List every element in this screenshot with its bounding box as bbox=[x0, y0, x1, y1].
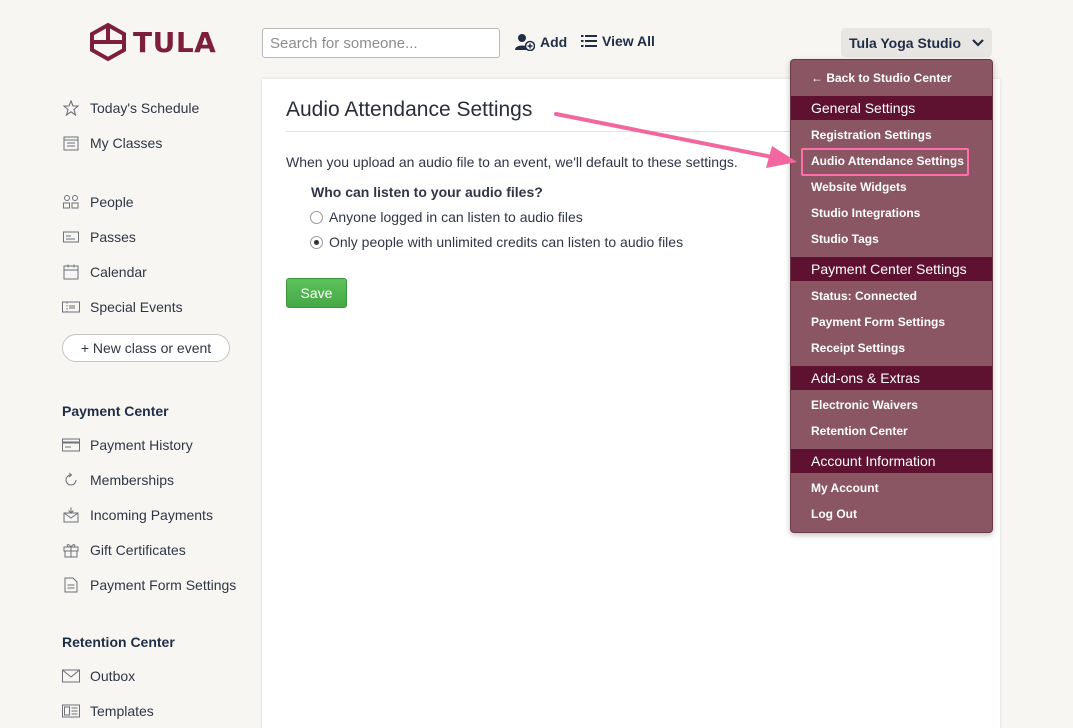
menu-item-studio-tags[interactable]: Studio Tags bbox=[811, 232, 879, 246]
sidebar-item-my-classes[interactable]: My Classes bbox=[62, 134, 162, 152]
add-label: Add bbox=[540, 34, 568, 50]
calendar-icon bbox=[62, 263, 80, 281]
studio-menu-button[interactable]: Tula Yoga Studio bbox=[841, 28, 992, 57]
sidebar-item-label: My Classes bbox=[90, 135, 163, 151]
sidebar-item-label: People bbox=[90, 194, 134, 210]
sidebar-item-calendar[interactable]: Calendar bbox=[62, 263, 147, 281]
inbox-icon bbox=[62, 506, 80, 524]
new-class-button[interactable]: + New class or event bbox=[62, 334, 230, 362]
intro-text: When you upload an audio file to an even… bbox=[286, 154, 738, 170]
sidebar-item-incoming-payments[interactable]: Incoming Payments bbox=[62, 506, 213, 524]
sidebar-item-label: Payment History bbox=[90, 437, 193, 453]
menu-item-my-account[interactable]: My Account bbox=[811, 481, 879, 495]
sidebar-item-label: Incoming Payments bbox=[90, 507, 213, 523]
sidebar-item-label: Special Events bbox=[90, 299, 183, 315]
sidebar-item-passes[interactable]: Passes bbox=[62, 228, 136, 246]
refresh-icon bbox=[62, 471, 80, 489]
menu-item-log-out[interactable]: Log Out bbox=[811, 507, 857, 521]
calendar-list-icon bbox=[62, 134, 80, 152]
sidebar-item-templates[interactable]: Templates bbox=[62, 702, 154, 720]
document-icon bbox=[62, 576, 80, 594]
audio-access-question: Who can listen to your audio files? bbox=[311, 184, 543, 200]
sidebar-item-label: Today's Schedule bbox=[90, 100, 200, 116]
sidebar-item-memberships[interactable]: Memberships bbox=[62, 471, 174, 489]
star-icon bbox=[62, 99, 80, 117]
sidebar-item-label: Passes bbox=[90, 229, 136, 245]
sidebar-item-outbox[interactable]: Outbox bbox=[62, 667, 135, 685]
payment-center-heading: Payment Center bbox=[62, 403, 169, 419]
sidebar-item-label: Templates bbox=[90, 703, 154, 719]
list-icon bbox=[581, 35, 597, 47]
chevron-down-icon bbox=[972, 38, 984, 47]
sidebar-item-label: Payment Form Settings bbox=[90, 577, 237, 593]
sidebar-item-gift-certificates[interactable]: Gift Certificates bbox=[62, 541, 186, 559]
credit-card-icon bbox=[62, 436, 80, 454]
menu-item-status-connected[interactable]: Status: Connected bbox=[811, 289, 917, 303]
menu-item-electronic-waivers[interactable]: Electronic Waivers bbox=[811, 398, 918, 412]
view-all-label: View All bbox=[602, 33, 655, 49]
tula-logo[interactable]: TULA bbox=[89, 22, 216, 62]
template-icon bbox=[62, 702, 80, 720]
menu-item-registration-settings[interactable]: Registration Settings bbox=[811, 128, 932, 142]
menu-item-receipt-settings[interactable]: Receipt Settings bbox=[811, 341, 905, 355]
retention-center-heading: Retention Center bbox=[62, 634, 175, 650]
save-button[interactable]: Save bbox=[286, 278, 347, 308]
sidebar-item-label: Calendar bbox=[90, 264, 147, 280]
menu-item-studio-integrations[interactable]: Studio Integrations bbox=[811, 206, 920, 220]
sidebar-item-people[interactable]: People bbox=[62, 193, 134, 211]
radio-button-selected[interactable] bbox=[310, 235, 323, 249]
add-person-icon bbox=[515, 34, 535, 51]
radio-label: Anyone logged in can listen to audio fil… bbox=[329, 209, 583, 225]
menu-heading-account: Account Information bbox=[791, 449, 992, 473]
sidebar-item-label: Outbox bbox=[90, 668, 136, 684]
menu-back-to-studio-center[interactable]: ← Back to Studio Center bbox=[811, 71, 952, 85]
envelope-icon bbox=[62, 667, 80, 685]
view-all-button[interactable]: View All bbox=[581, 33, 655, 49]
radio-option-unlimited[interactable]: Only people with unlimited credits can l… bbox=[310, 234, 683, 250]
menu-heading-payment-center: Payment Center Settings bbox=[791, 257, 992, 281]
sidebar-item-todays-schedule[interactable]: Today's Schedule bbox=[62, 99, 199, 117]
radio-button[interactable] bbox=[310, 210, 323, 224]
search-input[interactable] bbox=[262, 28, 500, 58]
people-icon bbox=[62, 193, 80, 211]
radio-option-anyone[interactable]: Anyone logged in can listen to audio fil… bbox=[310, 209, 583, 225]
gift-icon bbox=[62, 541, 80, 559]
sidebar-item-payment-form-settings[interactable]: Payment Form Settings bbox=[62, 576, 236, 594]
sidebar-item-label: Gift Certificates bbox=[90, 542, 186, 558]
tula-logo-icon bbox=[90, 22, 126, 62]
studio-name: Tula Yoga Studio bbox=[849, 34, 961, 51]
menu-item-payment-form-settings[interactable]: Payment Form Settings bbox=[811, 315, 945, 329]
sidebar-item-payment-history[interactable]: Payment History bbox=[62, 436, 193, 454]
page-title: Audio Attendance Settings bbox=[286, 98, 533, 121]
pass-card-icon bbox=[62, 228, 80, 246]
ticket-icon bbox=[62, 298, 80, 316]
menu-item-retention-center[interactable]: Retention Center bbox=[811, 424, 908, 438]
add-button[interactable]: Add bbox=[515, 33, 567, 51]
menu-item-website-widgets[interactable]: Website Widgets bbox=[811, 180, 907, 194]
sidebar-item-label: Memberships bbox=[90, 472, 175, 488]
radio-label: Only people with unlimited credits can l… bbox=[329, 234, 684, 250]
studio-settings-menu: ← Back to Studio Center General Settings… bbox=[790, 59, 993, 533]
menu-heading-addons: Add-ons & Extras bbox=[791, 366, 992, 390]
sidebar-item-special-events[interactable]: Special Events bbox=[62, 298, 183, 316]
menu-item-audio-attendance-settings[interactable]: Audio Attendance Settings bbox=[811, 154, 964, 168]
menu-heading-general: General Settings bbox=[791, 96, 992, 120]
logo-text: TULA bbox=[133, 25, 217, 59]
